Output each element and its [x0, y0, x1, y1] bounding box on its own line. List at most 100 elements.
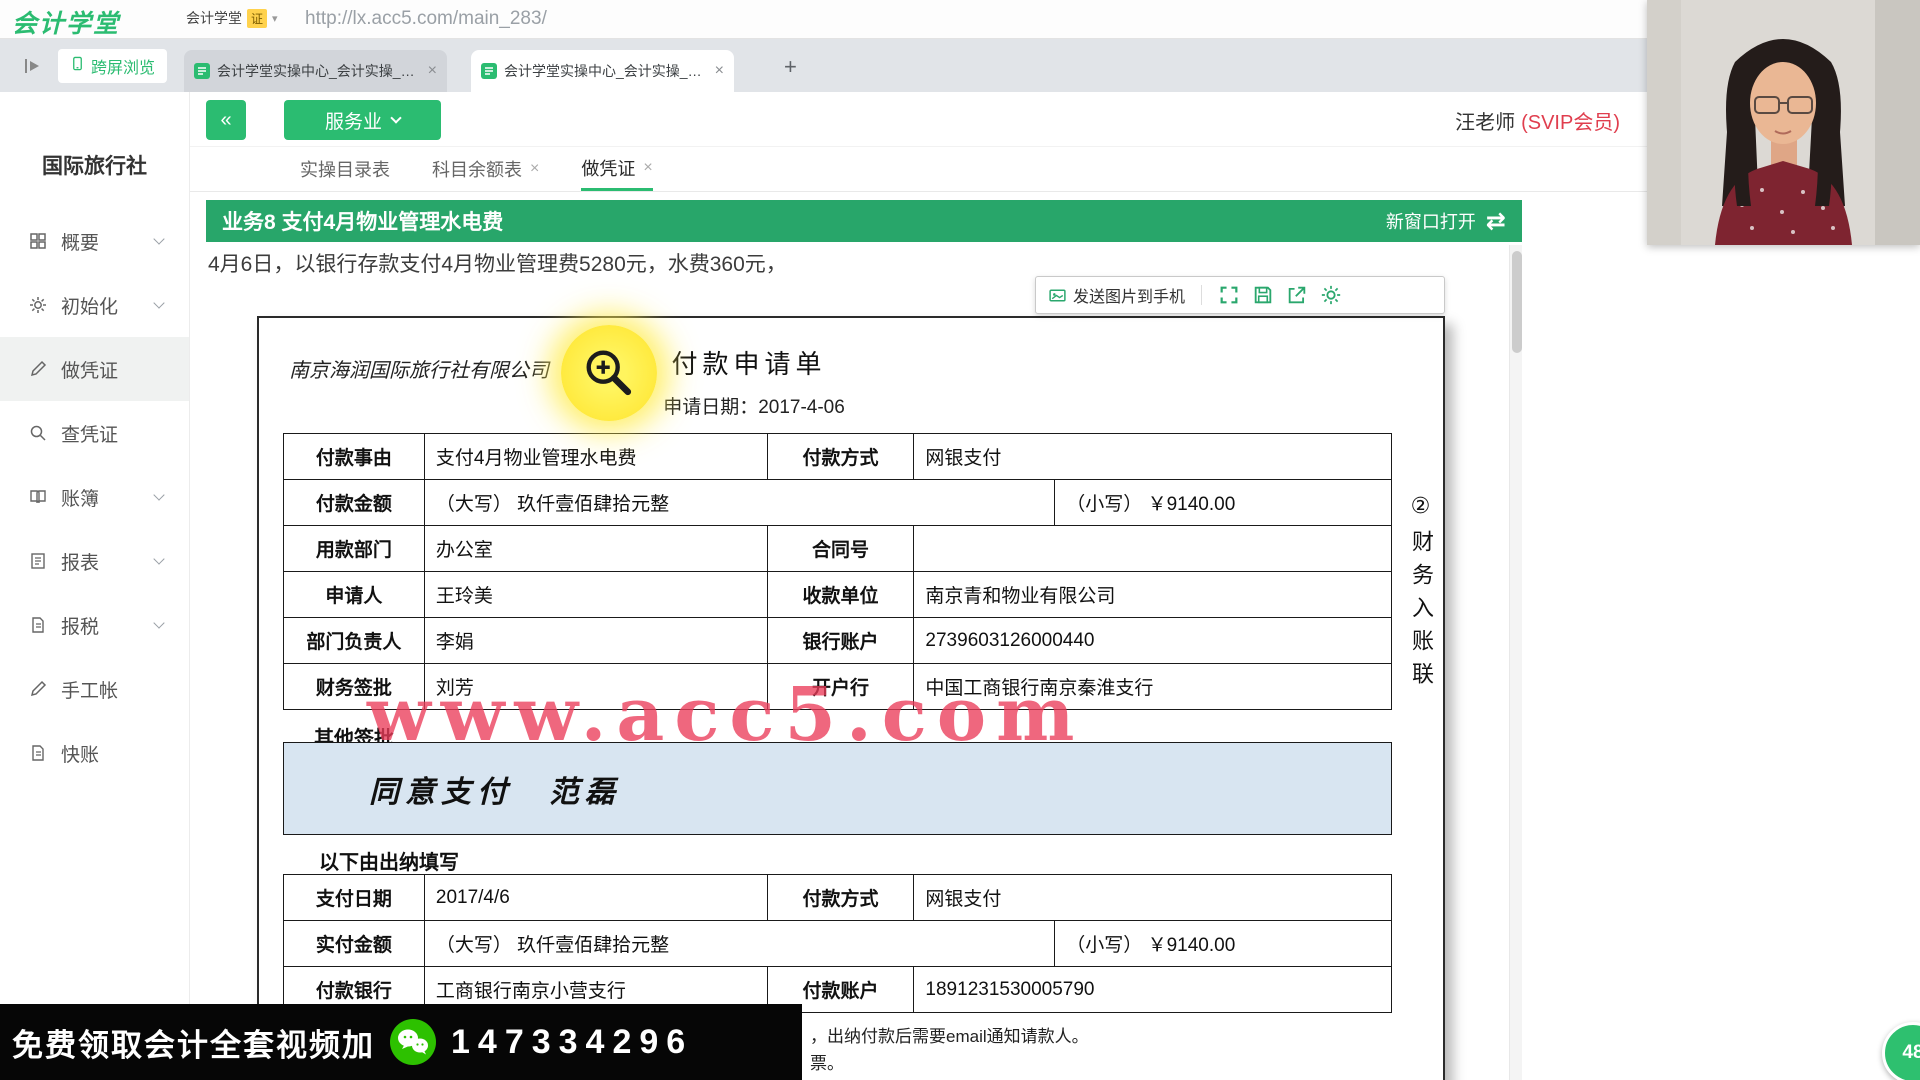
cell-label: 付款方式	[767, 875, 915, 921]
save-icon[interactable]	[1252, 284, 1274, 306]
cell-value: 办公室	[424, 526, 768, 572]
copy-designation-label: ②财务入账联	[1409, 494, 1434, 695]
form-note: ，出纳付款后需要email通知请款人。	[810, 1027, 1089, 1046]
chevron-down-icon	[153, 233, 165, 245]
tab-label: 做凭证	[581, 158, 636, 179]
browser-address-bar: 会计学堂 会计学堂 证 ▾ http://lx.acc5.com/main_28…	[0, 0, 1920, 39]
cross-screen-label: 跨屏浏览	[91, 60, 156, 77]
cell-label: 付款金额	[284, 480, 425, 526]
browser-tab-strip: 跨屏浏览 会计学堂实操中心_会计实操_会... × 会计学堂实操中心_会计实操_…	[0, 39, 1920, 92]
table-row: 财务签批 刘芳 开户行 中国工商银行南京秦淮支行	[284, 664, 1392, 710]
book-icon	[28, 487, 48, 507]
close-icon[interactable]: ×	[530, 160, 539, 178]
tab-account-balance[interactable]: 科目余额表 ×	[432, 147, 539, 191]
payment-form-image[interactable]: 南京海润国际旅行社有限公司 付款申请单 申请日期：2017-4-06 付款事由 …	[257, 316, 1445, 1080]
payment-request-table: 付款事由 支付4月物业管理水电费 付款方式 网银支付 付款金额 （大写） 玖仟壹…	[283, 433, 1392, 710]
image-toolbar: 发送图片到手机	[1035, 276, 1445, 314]
cell-value: 1891231530005790	[914, 967, 1392, 1013]
business-description: 4月6日，以银行存款支付4月物业管理费5280元，水费360元，	[208, 253, 787, 276]
industry-label: 服务业	[324, 111, 382, 133]
sidebar-item-tax[interactable]: 报税	[0, 593, 189, 657]
form-note: 票。	[810, 1054, 844, 1073]
sidebar-item-manual-account[interactable]: 手工帐	[0, 657, 189, 721]
gear-icon	[28, 295, 48, 315]
sidebar-toggle-icon[interactable]	[22, 55, 44, 77]
table-row: 实付金额 （大写） 玖仟壹佰肆拾元整 （小写） ￥9140.00	[284, 921, 1392, 967]
fullscreen-icon[interactable]	[1218, 284, 1240, 306]
send-to-phone-button[interactable]: 发送图片到手机	[1048, 283, 1185, 307]
cell-value: 南京青和物业有限公司	[914, 572, 1392, 618]
tax-doc-icon	[28, 615, 48, 635]
user-name: 汪老师	[1455, 112, 1516, 134]
table-row: 付款事由 支付4月物业管理水电费 付款方式 网银支付	[284, 434, 1392, 480]
user-account[interactable]: 汪老师 (SVIP会员)	[1455, 106, 1620, 135]
sidebar-item-reports[interactable]: 报表	[0, 529, 189, 593]
close-icon[interactable]: ×	[715, 62, 724, 80]
bookmark-label: 会计学堂	[186, 10, 242, 26]
sidebar-item-label: 快账	[61, 744, 100, 766]
swap-arrows-icon: ⇄	[1485, 207, 1506, 235]
approval-signature: 同意支付 范磊	[369, 774, 621, 810]
form-company-name: 南京海润国际旅行社有限公司	[289, 360, 549, 382]
wechat-number: 147334296	[451, 1022, 694, 1061]
grid-icon	[28, 231, 48, 251]
sidebar-item-label: 做凭证	[61, 360, 119, 382]
cert-badge: 证	[247, 8, 268, 28]
chevron-down-icon	[390, 111, 402, 124]
screen: 会计学堂 会计学堂 证 ▾ http://lx.acc5.com/main_28…	[0, 0, 1920, 1080]
zoom-magnifier-cursor	[561, 325, 657, 421]
cross-screen-button[interactable]: 跨屏浏览	[58, 49, 168, 83]
sidebar-item-label: 概要	[61, 232, 100, 254]
svip-badge: (SVIP会员)	[1521, 112, 1620, 134]
chevron-down-icon	[153, 553, 165, 565]
scrollbar-thumb[interactable]	[1511, 251, 1522, 353]
industry-dropdown[interactable]: 服务业	[284, 100, 441, 140]
sidebar-item-label: 报表	[61, 552, 100, 574]
sidebar-item-ledgers[interactable]: 账簿	[0, 465, 189, 529]
cell-label: 申请人	[284, 572, 425, 618]
app-sidebar: 国际旅行社 概要 初始化 做凭证 查凭证 账簿 报表 报税 手工帐 快账	[0, 92, 190, 1080]
page-favicon	[481, 63, 497, 79]
sidebar-item-make-voucher[interactable]: 做凭证	[0, 337, 189, 401]
close-icon[interactable]: ×	[643, 159, 652, 177]
cell-label: 付款事由	[284, 434, 425, 480]
site-logo: 会计学堂	[12, 10, 121, 38]
phone-icon	[70, 56, 85, 76]
settings-gear-icon[interactable]	[1320, 284, 1342, 306]
cashier-section-label: 以下由出纳填写	[319, 852, 459, 874]
cell-value: 刘芳	[424, 664, 768, 710]
scrollbar-track[interactable]	[1509, 245, 1522, 1080]
wechat-icon	[389, 1018, 437, 1066]
sidebar-item-overview[interactable]: 概要	[0, 209, 189, 273]
close-icon[interactable]: ×	[428, 62, 437, 80]
tab-label: 实操目录表	[300, 160, 390, 180]
url-field[interactable]: http://lx.acc5.com/main_283/	[305, 8, 547, 30]
sidebar-item-label: 查凭证	[61, 424, 119, 446]
chevron-down-icon	[153, 297, 165, 309]
new-tab-button[interactable]: +	[784, 56, 797, 78]
cell-value: （大写） 玖仟壹佰肆拾元整	[424, 921, 1056, 967]
cell-value: 李娟	[424, 618, 768, 664]
sidebar-item-quick-account[interactable]: 快账	[0, 721, 189, 785]
collapse-sidebar-button[interactable]: «	[206, 100, 246, 140]
cell-value: （大写） 玖仟壹佰肆拾元整	[424, 480, 1056, 526]
sidebar-item-init[interactable]: 初始化	[0, 273, 189, 337]
tab-practice-directory[interactable]: 实操目录表	[300, 147, 390, 191]
report-icon	[28, 551, 48, 571]
open-new-window-button[interactable]: 新窗口打开 ⇄	[1386, 207, 1506, 236]
cell-value: 支付4月物业管理水电费	[424, 434, 768, 480]
tab-title: 会计学堂实操中心_会计实操_会...	[504, 63, 708, 79]
business-header-bar: 业务8 支付4月物业管理水电费 新窗口打开 ⇄	[206, 200, 1522, 242]
export-icon[interactable]	[1286, 284, 1308, 306]
cell-label: 支付日期	[284, 875, 425, 921]
bookmark-item[interactable]: 会计学堂 证 ▾	[186, 8, 278, 28]
sidebar-item-find-voucher[interactable]: 查凭证	[0, 401, 189, 465]
browser-tab-active[interactable]: 会计学堂实操中心_会计实操_会... ×	[471, 50, 734, 92]
sidebar-item-label: 账簿	[61, 488, 100, 510]
cell-label: 收款单位	[767, 572, 915, 618]
promo-text: 免费领取会计全套视频加	[12, 1027, 375, 1063]
browser-tab[interactable]: 会计学堂实操中心_会计实操_会... ×	[184, 50, 447, 92]
tab-make-voucher[interactable]: 做凭证 ×	[581, 147, 653, 191]
search-icon	[28, 423, 48, 443]
cell-value	[914, 526, 1392, 572]
